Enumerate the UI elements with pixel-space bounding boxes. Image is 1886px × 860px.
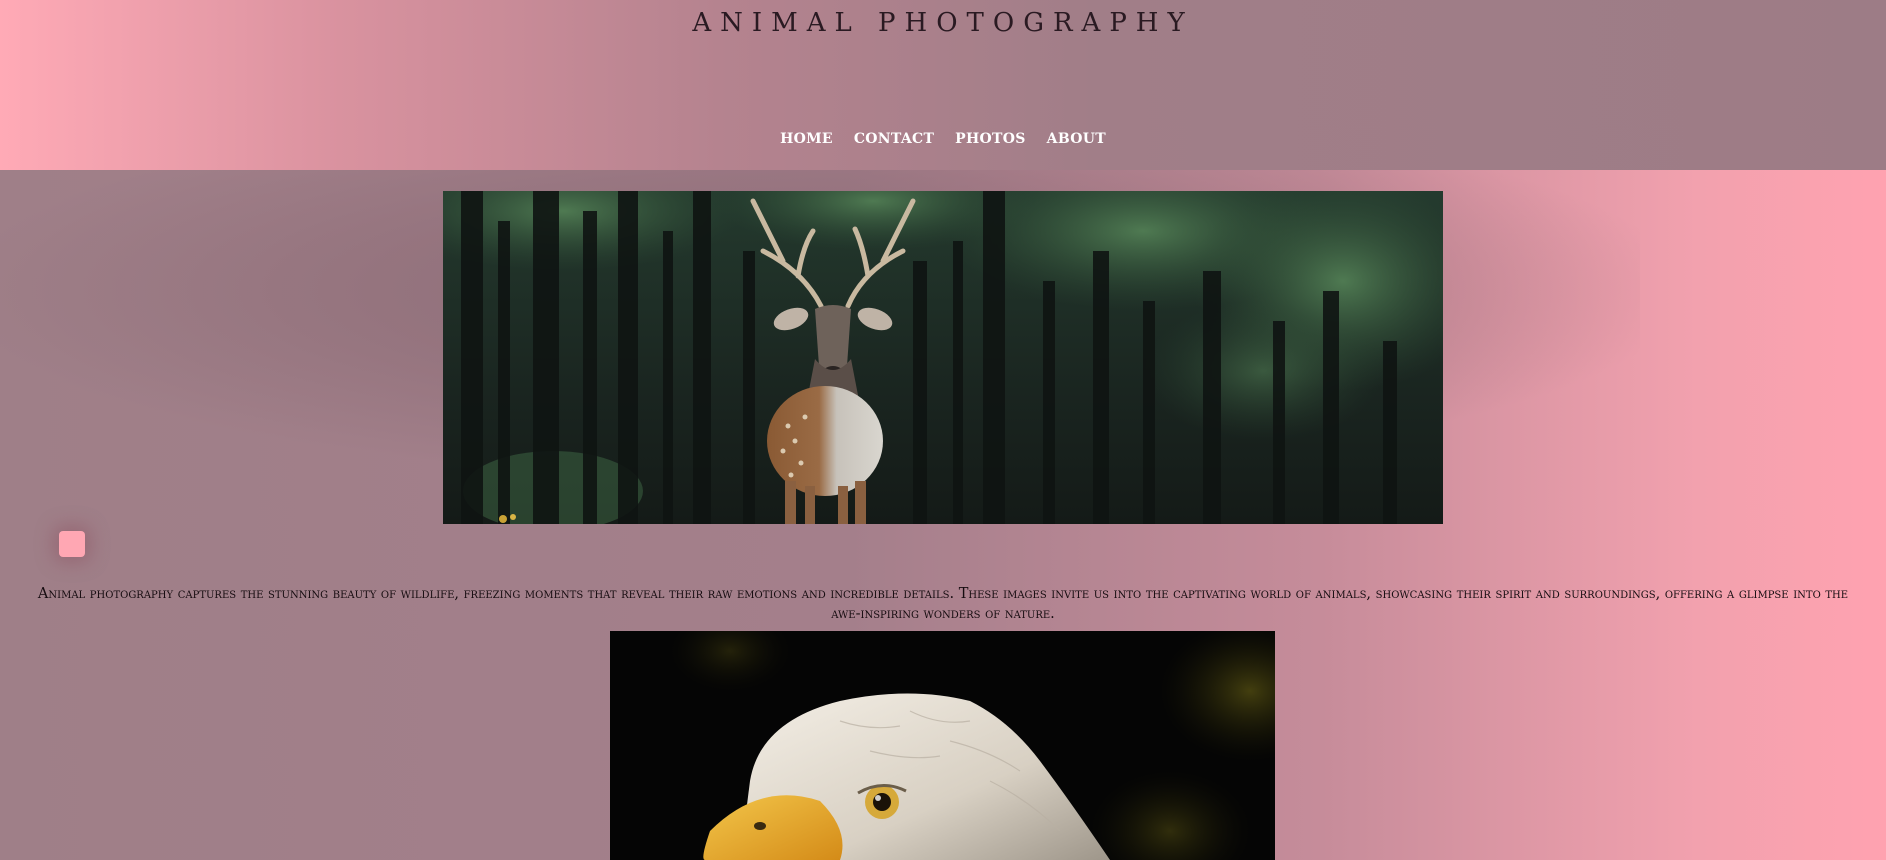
nav-contact-link[interactable]: CONTACT	[854, 131, 934, 147]
deer-photo-image	[443, 191, 1443, 524]
nav-home-link[interactable]: HOME	[780, 131, 833, 147]
site-header: ANIMAL PHOTOGRAPHY HOME CONTACT PHOTOS A…	[0, 0, 1886, 170]
site-title: ANIMAL PHOTOGRAPHY	[692, 8, 1194, 38]
nav-photos-link[interactable]: PHOTOS	[955, 131, 1025, 147]
eagle-photo-image	[610, 631, 1275, 860]
deer-photo	[443, 191, 1443, 524]
main-nav: HOME CONTACT PHOTOS ABOUT	[0, 131, 1886, 147]
nav-about-link[interactable]: ABOUT	[1047, 131, 1106, 147]
intro-paragraph: Animal photography captures the stunning…	[37, 585, 1849, 622]
theme-toggle-button[interactable]	[59, 531, 85, 557]
eagle-photo	[610, 631, 1275, 860]
